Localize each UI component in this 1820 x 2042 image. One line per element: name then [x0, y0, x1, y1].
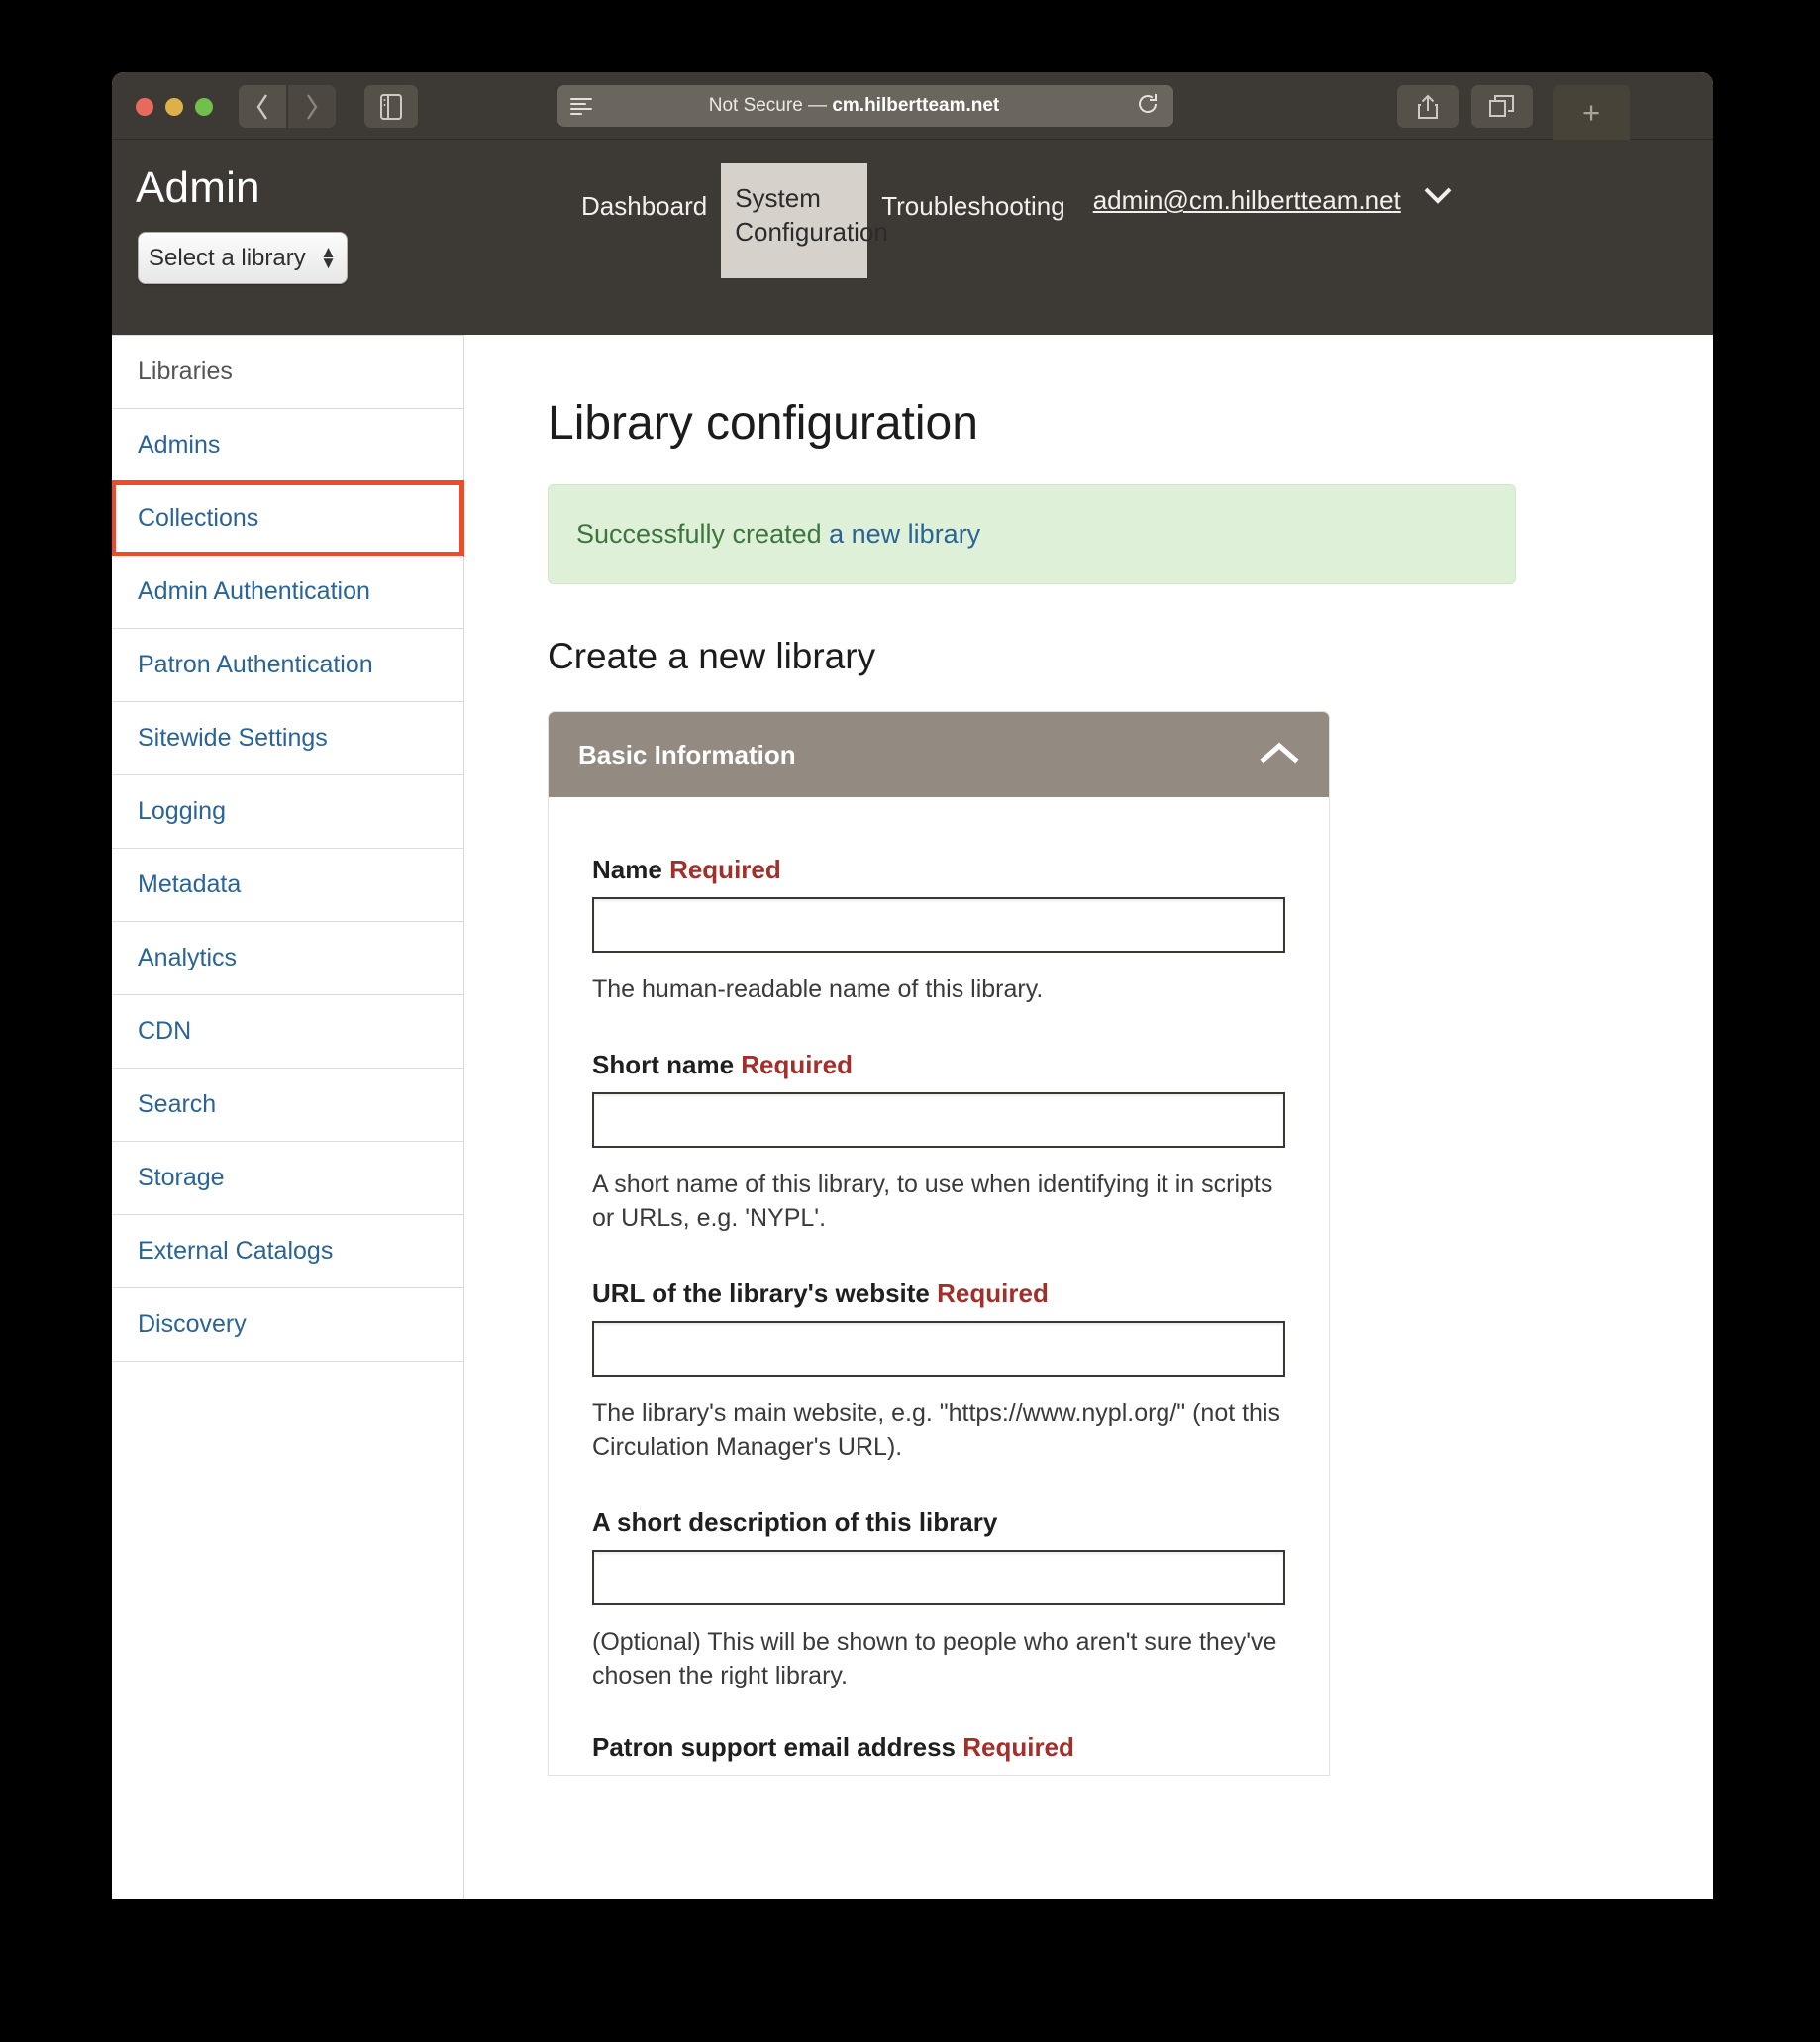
field-label-text: Short name [592, 1050, 735, 1079]
chevron-down-icon[interactable] [1401, 185, 1463, 211]
field-label-text: Name [592, 855, 662, 884]
field-label-text: A short description of this library [592, 1507, 998, 1537]
field-short-name-help: A short name of this library, to use whe… [592, 1171, 1273, 1232]
maximize-window-button[interactable] [195, 98, 213, 116]
panel-title: Basic Information [578, 739, 796, 769]
field-short-name-label: Short name Required [592, 1050, 1285, 1080]
field-description: A short description of this library (Opt… [592, 1507, 1285, 1692]
new-tab-label: + [1581, 95, 1601, 130]
nav-item-troubleshooting[interactable]: Troubleshooting [867, 185, 1079, 227]
sidebar-item-libraries[interactable]: Libraries [112, 336, 463, 409]
sidebar-item-cdn[interactable]: CDN [112, 995, 463, 1069]
new-library-link[interactable]: a new library [829, 519, 980, 549]
field-short-name: Short name Required A short name of this… [592, 1050, 1285, 1235]
field-name-label: Name Required [592, 855, 1285, 885]
close-window-button[interactable] [136, 98, 153, 116]
success-alert-text: Successfully created [576, 519, 830, 549]
sidebar-item-admin-authentication[interactable]: Admin Authentication [112, 556, 463, 629]
basic-information-panel-header[interactable]: Basic Information [549, 712, 1329, 797]
sidebar-item-label: Search [138, 1090, 217, 1118]
basic-information-panel: Basic Information Name Required The huma… [548, 711, 1330, 1776]
field-label-text: URL of the library's website [592, 1278, 930, 1308]
sidebar-item-label: Discovery [138, 1310, 247, 1338]
field-website-url-label: URL of the library's website Required [592, 1278, 1285, 1309]
share-icon[interactable] [1397, 85, 1459, 128]
sidebar-item-sitewide-settings[interactable]: Sitewide Settings [112, 702, 463, 775]
sidebar-nav: Libraries Admins Collections Admin Authe… [112, 335, 464, 1362]
name-input[interactable] [592, 897, 1285, 953]
stepper-up-down-icon: ▲ ▼ [320, 242, 337, 272]
field-patron-support-email: Patron support email address Required [592, 1732, 1285, 1763]
short-name-input[interactable] [592, 1092, 1285, 1148]
chevron-right-icon[interactable] [288, 85, 336, 128]
sidebar-item-metadata[interactable]: Metadata [112, 849, 463, 922]
nav-item-system-configuration[interactable]: System Configuration [721, 163, 888, 278]
field-description-label: A short description of this library [592, 1507, 1285, 1538]
user-email-link[interactable]: admin@cm.hilbertteam.net [1079, 185, 1401, 216]
field-name-help: The human-readable name of this library. [592, 975, 1044, 1003]
sidebar-item-storage[interactable]: Storage [112, 1142, 463, 1215]
field-website-url: URL of the library's website Required Th… [592, 1278, 1285, 1464]
address-bar-text: Not Secure — cm.hilbertteam.net [572, 95, 1136, 117]
nav-item-dashboard[interactable]: Dashboard [567, 185, 721, 227]
field-patron-support-email-label: Patron support email address Required [592, 1732, 1285, 1763]
app-header: Admin Select a library ▲ ▼ Dashboard Syst… [112, 140, 1713, 335]
create-library-heading: Create a new library [548, 636, 876, 676]
sidebar-item-label: Analytics [138, 944, 238, 971]
sidebar-item-label: Admins [138, 431, 221, 459]
page-title: Admin [136, 163, 260, 212]
chevron-up-icon[interactable] [1260, 741, 1299, 769]
required-badge: Required [962, 1732, 1074, 1762]
sidebar-item-external-catalogs[interactable]: External Catalogs [112, 1215, 463, 1288]
sidebar-item-label: Sitewide Settings [138, 724, 328, 752]
chevron-left-icon[interactable] [239, 85, 286, 128]
sidebar-item-patron-authentication[interactable]: Patron Authentication [112, 629, 463, 702]
field-name: Name Required The human-readable name of… [592, 855, 1285, 1006]
sidebar-item-label: Collections [138, 504, 259, 532]
app-body: Libraries Admins Collections Admin Authe… [112, 335, 1713, 1899]
description-input[interactable] [592, 1550, 1285, 1605]
sidebar-item-analytics[interactable]: Analytics [112, 922, 463, 995]
required-badge: Required [937, 1278, 1049, 1308]
address-security-label: Not Secure — [708, 95, 833, 116]
website-url-input[interactable] [592, 1321, 1285, 1377]
sidebar-item-logging[interactable]: Logging [112, 775, 463, 849]
field-website-url-help: The library's main website, e.g. "https:… [592, 1399, 1281, 1461]
sidebar-item-collections[interactable]: Collections [112, 480, 464, 557]
sidebar-item-label: Metadata [138, 870, 242, 898]
sidebar-item-label: Logging [138, 797, 226, 825]
field-description-help: (Optional) This will be shown to people … [592, 1628, 1277, 1689]
sidebar-item-label: Libraries [138, 357, 233, 385]
sidebar-item-label: External Catalogs [138, 1237, 334, 1265]
sidebar-item-discovery[interactable]: Discovery [112, 1288, 463, 1362]
library-select[interactable]: Select a library ▲ ▼ [138, 232, 348, 284]
reload-icon[interactable] [1136, 92, 1160, 121]
sidebar-item-label: Storage [138, 1164, 225, 1191]
sidebar-item-admins[interactable]: Admins [112, 409, 463, 482]
sidebar-item-label: Admin Authentication [138, 577, 370, 605]
required-badge: Required [741, 1050, 853, 1079]
field-label-text: Patron support email address [592, 1732, 956, 1762]
required-badge: Required [669, 855, 781, 884]
minimize-window-button[interactable] [165, 98, 183, 116]
sidebar-item-label: Patron Authentication [138, 651, 373, 678]
address-bar[interactable]: Not Secure — cm.hilbertteam.net [557, 85, 1173, 127]
browser-titlebar: Not Secure — cm.hilbertteam.net + [112, 72, 1713, 141]
sidebar: Libraries Admins Collections Admin Authe… [112, 335, 464, 1899]
success-alert: Successfully created a new library [548, 484, 1516, 584]
browser-window: Not Secure — cm.hilbertteam.net + Admin … [112, 72, 1713, 1899]
library-configuration-heading: Library configuration [548, 397, 978, 450]
main-content: Library configuration Successfully creat… [464, 335, 1713, 1899]
sidebar-toggle-icon[interactable] [364, 85, 418, 128]
tab-overview-icon[interactable] [1471, 85, 1533, 128]
address-host: cm.hilbertteam.net [832, 95, 1000, 116]
sidebar-item-label: CDN [138, 1017, 192, 1045]
library-select-value: Select a library [149, 244, 306, 271]
basic-information-form: Name Required The human-readable name of… [549, 797, 1329, 1763]
new-tab-button[interactable]: + [1553, 85, 1630, 141]
sidebar-item-search[interactable]: Search [112, 1069, 463, 1142]
top-nav: Dashboard System Configuration Troublesh… [567, 163, 1463, 278]
